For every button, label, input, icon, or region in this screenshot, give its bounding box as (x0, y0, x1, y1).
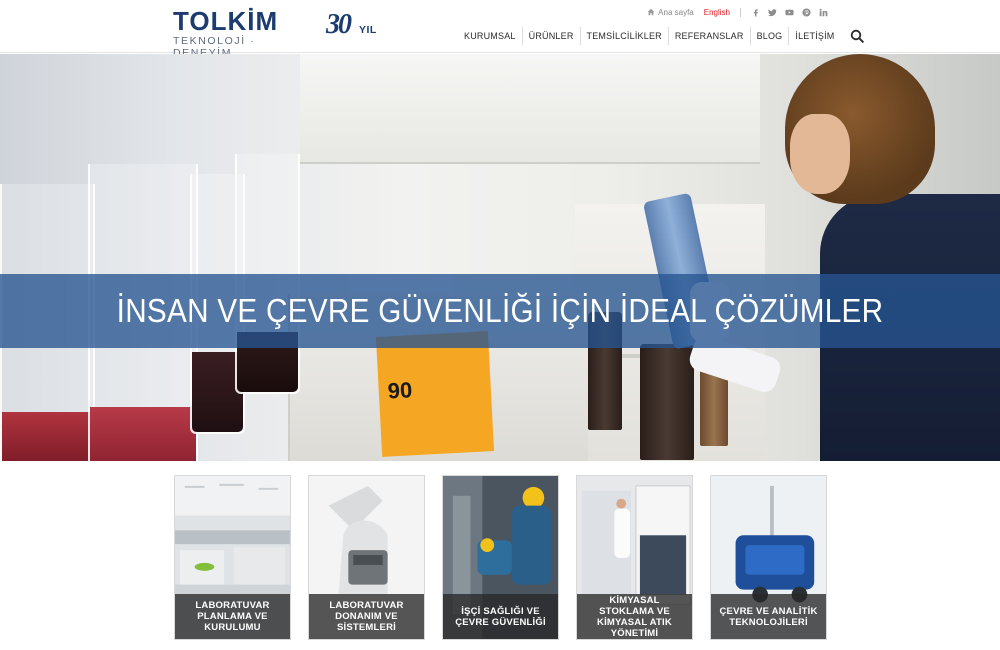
anniversary-suffix: YIL (359, 24, 377, 36)
hero-headline: İNSAN VE ÇEVRE GÜVENLİĞİ İÇİN İDEAL ÇÖZÜ… (116, 292, 884, 329)
facebook-icon[interactable] (751, 8, 760, 17)
card-title: ÇEVRE VE ANALİTİK TEKNOLOJİLERİ (719, 605, 818, 628)
anniversary-number: 30 (326, 9, 352, 40)
card-title: KİMYASAL STOKLAMA VE KİMYASAL ATIK YÖNET… (597, 594, 672, 639)
card-caption: ÇEVRE VE ANALİTİK TEKNOLOJİLERİ (711, 594, 826, 639)
nav-item-referanslar[interactable]: REFERANSLAR (669, 27, 751, 45)
fire-rating-sticker: 90 (375, 331, 495, 457)
fume-cabinet-upper (300, 54, 760, 164)
card-caption: İŞÇİ SAĞLIĞI VE ÇEVRE GÜVENLİĞİ (443, 594, 558, 639)
chemical-bottle (640, 344, 694, 460)
category-card-worker-safety[interactable]: İŞÇİ SAĞLIĞI VE ÇEVRE GÜVENLİĞİ (442, 475, 559, 640)
twitter-icon[interactable] (768, 8, 777, 17)
category-card-lab-equipment[interactable]: LABORATUVAR DONANIM VE SİSTEMLERİ (308, 475, 425, 640)
sticker-rating: 90 (387, 377, 413, 404)
site-header: TOLKİM TEKNOLOJİ · DENEYİM 30 YIL Ana sa… (0, 0, 1000, 59)
hero-headline-band: İNSAN VE ÇEVRE GÜVENLİĞİ İÇİN İDEAL ÇÖZÜ… (0, 274, 1000, 348)
tolkim-logo[interactable]: TOLKİM TEKNOLOJİ · DENEYİM (173, 6, 297, 59)
search-icon[interactable] (850, 29, 864, 43)
technician-face (790, 114, 850, 194)
topbar-divider (740, 7, 741, 17)
linkedin-icon[interactable] (819, 8, 828, 17)
card-caption: LABORATUVAR PLANLAMA VE KURULUMU (175, 594, 290, 639)
category-card-lab-planning[interactable]: LABORATUVAR PLANLAMA VE KURULUMU (174, 475, 291, 640)
pinterest-icon[interactable] (802, 7, 811, 17)
social-links (751, 7, 828, 17)
home-icon (647, 8, 655, 16)
nav-item-blog[interactable]: BLOG (751, 27, 790, 45)
category-card-chemical-storage[interactable]: KİMYASAL STOKLAMA VE KİMYASAL ATIK YÖNET… (576, 475, 693, 640)
category-card-environmental-analytics[interactable]: ÇEVRE VE ANALİTİK TEKNOLOJİLERİ (710, 475, 827, 640)
youtube-icon[interactable] (785, 8, 794, 17)
card-caption: KİMYASAL STOKLAMA VE KİMYASAL ATIK YÖNET… (577, 594, 692, 639)
nav-item-iletisim[interactable]: İLETİŞİM (789, 27, 840, 45)
nav-item-temsilcilikler[interactable]: TEMSİLCİLİKLER (581, 27, 669, 45)
utility-bar: Ana sayfa English (647, 6, 828, 18)
card-caption: LABORATUVAR DONANIM VE SİSTEMLERİ (309, 594, 424, 639)
card-title: İŞÇİ SAĞLIĞI VE ÇEVRE GÜVENLİĞİ (455, 605, 546, 628)
nav-item-urunler[interactable]: ÜRÜNLER (523, 27, 581, 45)
anniversary-badge: 30 YIL (326, 10, 386, 40)
main-navigation: KURUMSAL ÜRÜNLER TEMSİLCİLİKLER REFERANS… (458, 27, 864, 45)
home-link[interactable]: Ana sayfa (647, 8, 694, 17)
hero-banner: 90 İNSAN VE ÇEVRE GÜVENLİĞİ İÇİN İDEAL Ç… (0, 54, 1000, 461)
home-link-label: Ana sayfa (658, 7, 694, 17)
language-switch[interactable]: English (704, 8, 730, 17)
category-cards: LABORATUVAR PLANLAMA VE KURULUMU LABORAT… (174, 475, 828, 640)
logo-wordmark: TOLKİM (173, 6, 279, 36)
nav-item-kurumsal[interactable]: KURUMSAL (458, 27, 523, 45)
card-title: LABORATUVAR PLANLAMA VE KURULUMU (195, 600, 270, 633)
card-title: LABORATUVAR DONANIM VE SİSTEMLERİ (329, 600, 404, 633)
